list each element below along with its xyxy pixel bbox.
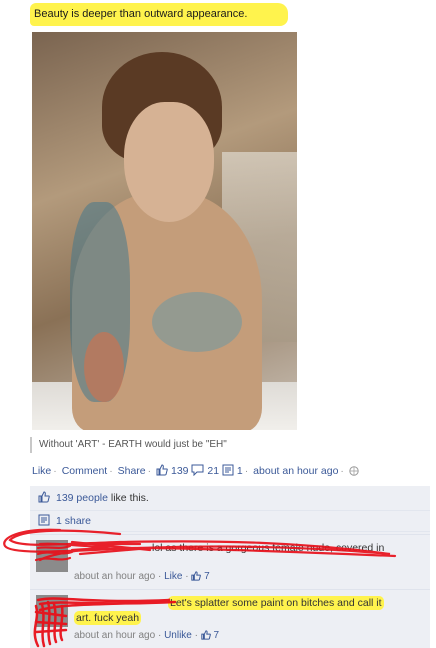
comment-body: lol as there is a gorgeous female nude, … <box>152 542 385 554</box>
share-icon <box>38 514 50 529</box>
post-message: Beauty is deeper than outward appearance… <box>34 8 248 20</box>
comment-unlike-link[interactable]: Unlike <box>164 630 192 641</box>
likers-link[interactable]: 139 people <box>56 492 108 504</box>
shares-count[interactable]: 1 <box>237 465 243 477</box>
share-icon <box>222 464 234 480</box>
comment-bubble-icon <box>191 464 204 480</box>
shares-link[interactable]: 1 share <box>56 515 91 527</box>
likes-suffix: like this. <box>110 492 149 504</box>
likes-summary-row: 139 people like this. <box>30 486 430 511</box>
share-link[interactable]: Share <box>118 465 146 477</box>
photo-paint-splash <box>152 292 242 352</box>
comment-item: Let's splatter some paint on bitches and… <box>30 589 430 646</box>
comment-link[interactable]: Comment <box>62 465 108 477</box>
photo-caption: Without 'ART' - EARTH would just be "EH" <box>30 437 227 453</box>
shares-summary-row: 1 share <box>30 511 430 532</box>
comment-body: Let's splatter some paint on bitches and… <box>168 596 384 610</box>
comment-body-line2: art. fuck yeah <box>74 611 142 625</box>
likes-count[interactable]: 139 <box>171 465 189 477</box>
comment-timestamp[interactable]: about an hour ago <box>74 630 155 641</box>
post-photo[interactable] <box>32 32 297 430</box>
comment-meta: about an hour ago · Like · 7 <box>74 571 210 584</box>
avatar[interactable] <box>36 540 68 572</box>
comment-likes-count[interactable]: 7 <box>204 571 210 582</box>
photo-paint-splash <box>84 332 124 402</box>
photo-face <box>124 102 214 222</box>
feedback-box: 139 people like this. 1 share lol as the… <box>30 486 430 648</box>
avatar[interactable] <box>36 595 68 627</box>
thumbs-up-icon <box>201 630 211 643</box>
comment-likes-count[interactable]: 7 <box>214 630 220 641</box>
globe-icon <box>349 466 359 480</box>
comment-like-link[interactable]: Like <box>164 571 182 582</box>
comments-count[interactable]: 21 <box>207 465 219 477</box>
post-timestamp[interactable]: about an hour ago <box>253 465 338 477</box>
like-link[interactable]: Like <box>32 465 51 477</box>
comment-text: lol as there is a gorgeous female nude, … <box>74 541 414 556</box>
comment-item: lol as there is a gorgeous female nude, … <box>30 534 430 589</box>
post-action-bar: Like · Comment · Share · 139 21 1 · about an… <box>32 464 359 480</box>
thumbs-up-icon <box>191 571 202 584</box>
post-message-highlight: Beauty is deeper than outward appearance… <box>30 3 288 26</box>
thumbs-up-icon <box>38 491 50 506</box>
comment-text: Let's splatter some paint on bitches and… <box>74 596 414 626</box>
comment-timestamp[interactable]: about an hour ago <box>74 571 155 582</box>
comment-meta: about an hour ago · Unlike · 7 <box>74 630 220 643</box>
thumbs-up-icon <box>156 464 168 480</box>
